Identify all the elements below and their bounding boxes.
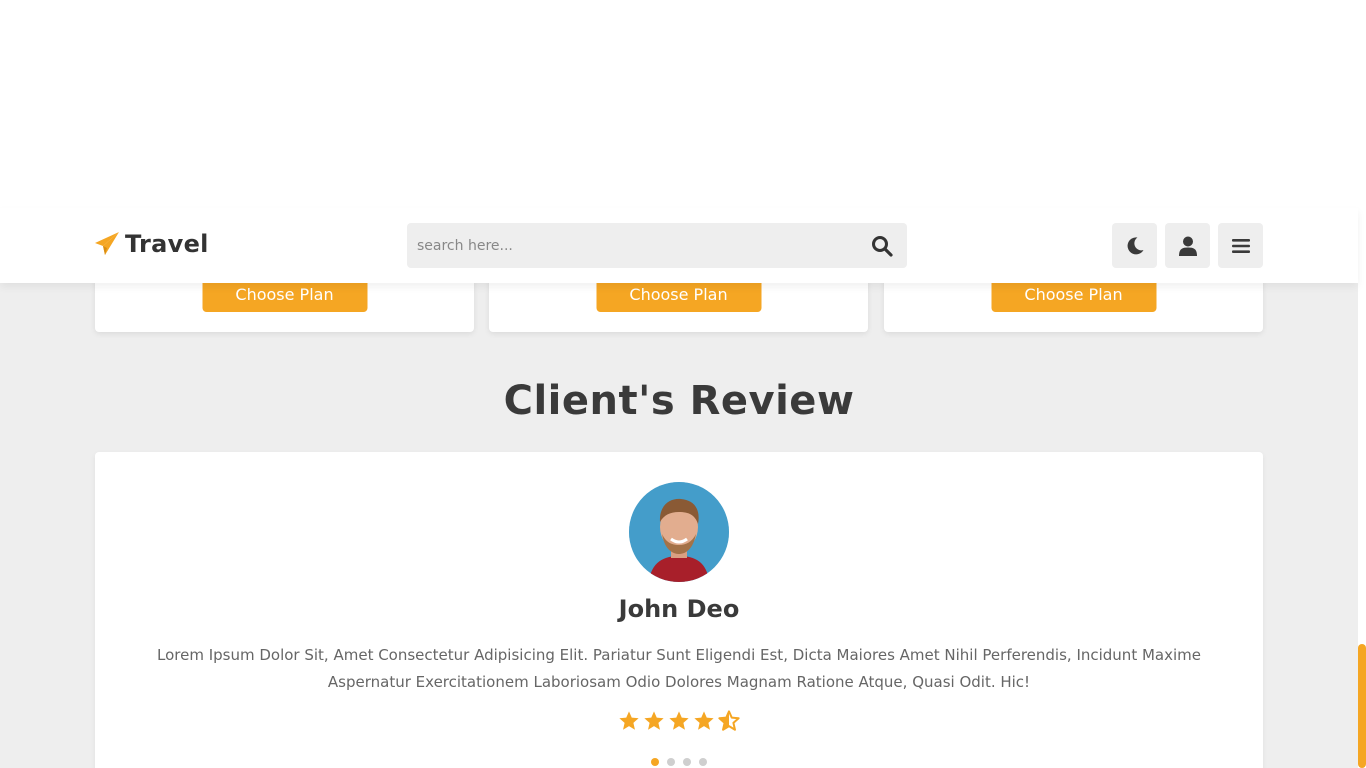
- search-icon[interactable]: [871, 235, 893, 257]
- reviewer-name: John Deo: [618, 595, 740, 623]
- avatar: [629, 482, 729, 582]
- theme-toggle-button[interactable]: [1112, 223, 1157, 268]
- search-form: [407, 223, 907, 268]
- section-title-plain: Client's: [503, 378, 676, 424]
- moon-icon: [1127, 236, 1143, 254]
- user-button[interactable]: [1165, 223, 1210, 268]
- pagination-dot[interactable]: [651, 758, 659, 766]
- star-icon: [619, 711, 639, 730]
- user-icon: [1178, 236, 1197, 256]
- pagination-dot[interactable]: [683, 758, 691, 766]
- logo-link[interactable]: Travel: [94, 230, 209, 258]
- review-card: John Deo Lorem Ipsum Dolor Sit, Amet Con…: [95, 452, 1263, 768]
- scrollbar-thumb[interactable]: [1358, 644, 1366, 768]
- search-input[interactable]: [407, 223, 871, 268]
- carousel-pagination: [95, 758, 1263, 766]
- logo-text: Travel: [125, 230, 209, 258]
- pagination-dot[interactable]: [699, 758, 707, 766]
- star-half-icon: [718, 710, 740, 731]
- bars-icon: [1231, 238, 1250, 253]
- section-title: Client's Review: [0, 378, 1358, 424]
- star-icon: [694, 711, 714, 730]
- site-header: Travel: [0, 208, 1358, 283]
- review-text: Lorem Ipsum Dolor Sit, Amet Consectetur …: [156, 646, 1201, 691]
- star-icon: [644, 711, 664, 730]
- pagination-dot[interactable]: [667, 758, 675, 766]
- paper-plane-icon: [95, 232, 119, 255]
- rating-stars: [95, 710, 1263, 732]
- menu-button[interactable]: [1218, 223, 1263, 268]
- star-icon: [669, 711, 689, 730]
- section-title-accent: Review: [689, 378, 855, 424]
